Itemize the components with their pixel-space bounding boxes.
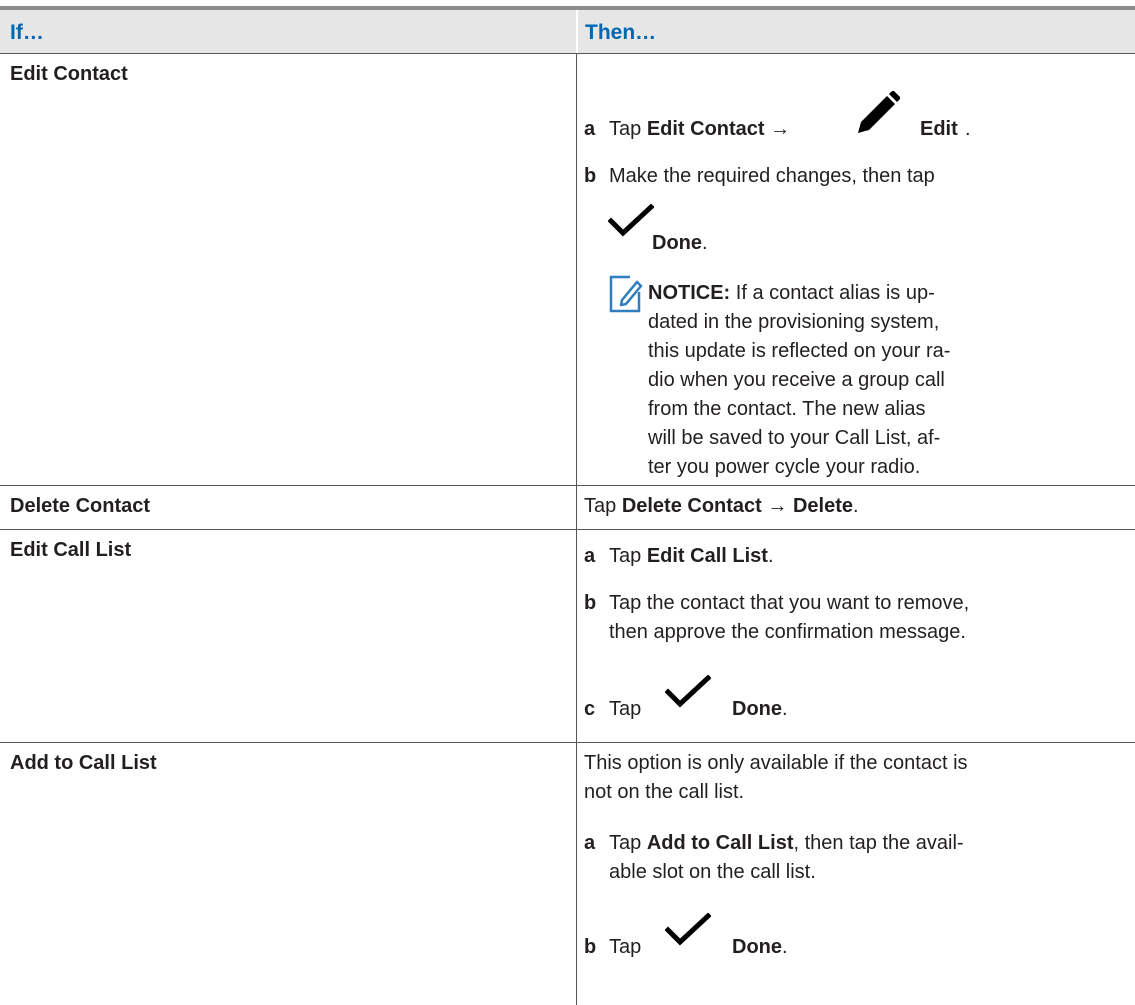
step-label: b [584, 165, 597, 187]
column-divider [576, 54, 577, 485]
notice-icon [609, 275, 643, 313]
notice-text: NOTICE: If a contact alias is up- dated … [648, 282, 951, 478]
condition-edit-contact: Edit Contact [10, 63, 128, 85]
step-label: a [584, 118, 596, 140]
options-table: If… Then… Edit Contact a Tap Edit Contac… [0, 6, 1135, 1005]
condition-delete-contact: Delete Contact [10, 495, 151, 517]
condition-edit-call-list: Edit Call List [10, 539, 132, 561]
column-header-if: If… [10, 21, 44, 44]
step-label: c [584, 698, 596, 720]
step-label: b [584, 936, 597, 958]
step-label: b [584, 592, 597, 614]
page: If… Then… Edit Contact a Tap Edit Contac… [0, 0, 1135, 1005]
column-divider [576, 486, 577, 529]
table-header-row: If… Then… [0, 10, 1135, 54]
pencil-icon [858, 91, 900, 133]
column-divider [576, 530, 577, 742]
column-divider [576, 743, 577, 1005]
done-label: Done. [652, 232, 708, 254]
edit-label: Edit [920, 118, 958, 140]
notice-title: NOTICE: [648, 282, 731, 304]
step-text: Make the required changes, then tap [609, 165, 935, 187]
step-label: a [584, 545, 596, 567]
column-divider [576, 10, 578, 53]
column-header-then: Then… [585, 21, 657, 44]
table-row-delete-contact: Delete Contact Tap Delete Contact → Dele… [0, 486, 1135, 530]
table-row-edit-contact: Edit Contact a Tap Edit Contact → Edit .… [0, 54, 1135, 486]
checkmark-icon [665, 913, 711, 946]
checkmark-icon [665, 675, 711, 708]
table-row-add-to-call-list: Add to Call List This option is only ava… [0, 743, 1135, 1005]
step-label: a [584, 832, 596, 854]
done-label: Done. [732, 936, 788, 958]
step-text: Tap Edit Call List. [609, 545, 774, 567]
done-label: Done. [732, 698, 788, 720]
condition-add-to-call-list: Add to Call List [10, 752, 157, 774]
step-text: Tap Add to Call List, then tap the avail… [609, 832, 964, 883]
delete-contact-instruction: Tap Delete Contact → Delete. [584, 495, 859, 517]
add-to-call-list-intro: This option is only available if the con… [584, 752, 968, 803]
checkmark-icon [608, 204, 654, 237]
period: . [965, 118, 971, 140]
step-text: Tap the contact that you want to remove,… [609, 592, 970, 643]
table-row-edit-call-list: Edit Call List a Tap Edit Call List. b T… [0, 530, 1135, 743]
